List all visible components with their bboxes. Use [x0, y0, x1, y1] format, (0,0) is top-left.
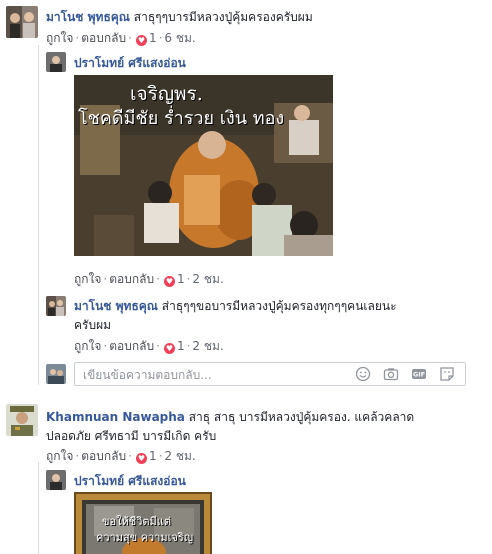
comment-actions: ถูกใจ · ตอบกลับ · ♥ 1 · 2 ชม.: [74, 272, 224, 287]
author-name[interactable]: ปราโมทย์ ศรีแสงอ่อน: [74, 54, 186, 73]
comment-actions: ถูกใจ · ตอบกลับ · ♥ 1 · 2 ชม.: [46, 449, 196, 464]
comment-text: ครับผม: [74, 318, 112, 332]
author-name[interactable]: มาโนช พุทธคุณ: [74, 299, 158, 313]
avatar[interactable]: [46, 52, 66, 72]
love-reaction-icon[interactable]: ♥: [163, 276, 175, 287]
reply-input[interactable]: [81, 366, 355, 384]
author-name[interactable]: Khamnuan Nawapha: [46, 410, 185, 424]
author-name[interactable]: ปราโมทย์ ศรีแสงอ่อน: [74, 472, 186, 491]
thread-line: [38, 462, 39, 554]
comment-line: Khamnuan Nawapha สาธุ สาธุ บารมีหลวงปู่ค…: [46, 408, 414, 427]
love-reaction-icon[interactable]: ♥: [135, 453, 147, 464]
comment-line: มาโนช พุทธคุณ สาธุๆๆบารมีหลวงปู่คุ้มครอง…: [46, 8, 313, 27]
image-caption-line2: ความสุข ความเจริญ: [96, 531, 194, 544]
timestamp[interactable]: 2 ชม.: [192, 339, 223, 353]
like-link[interactable]: ถูกใจ: [74, 272, 101, 286]
love-reaction-icon[interactable]: ♥: [163, 343, 175, 354]
comment-image[interactable]: ขอให้ชีวิตมีแต่ ความสุข ความเจริญ: [74, 492, 212, 554]
gif-icon[interactable]: GIF: [411, 366, 427, 382]
comment-image[interactable]: เจริญพร. โชคดีมีชัย ร่ำรวย เงิน ทอง: [74, 75, 333, 256]
emoji-icon[interactable]: [355, 366, 371, 382]
comment-line: มาโนช พุทธคุณ ส่าธุๆๆขอบารมีหลวงปู่คุ้มค…: [74, 297, 397, 316]
timestamp[interactable]: 2 ชม.: [192, 272, 223, 286]
comment-text: สาธุๆๆบารมีหลวงปู่คุ้มครองครับผม: [133, 10, 313, 24]
reply-link[interactable]: ตอบกลับ: [81, 449, 126, 463]
comment-text: ส่าธุๆๆขอบารมีหลวงปู่คุ้มครองทุกๆๆคนเลยน…: [161, 299, 397, 313]
reply-link[interactable]: ตอบกลับ: [109, 272, 154, 286]
current-user-avatar: [46, 364, 66, 384]
reaction-count[interactable]: 1: [149, 449, 157, 463]
timestamp[interactable]: 2 ชม.: [164, 449, 195, 463]
sticker-icon[interactable]: [439, 366, 455, 382]
avatar[interactable]: [46, 470, 66, 490]
comment-text: สาธุ สาธุ บารมีหลวงปู่คุ้มครอง. แคล้วคลา…: [188, 410, 415, 424]
like-link[interactable]: ถูกใจ: [74, 339, 101, 353]
image-caption-line2: โชคดีมีชัย ร่ำรวย เงิน ทอง: [78, 108, 285, 129]
reaction-count[interactable]: 1: [149, 31, 157, 45]
author-name[interactable]: มาโนช พุทธคุณ: [46, 10, 130, 24]
like-link[interactable]: ถูกใจ: [46, 449, 73, 463]
love-reaction-icon[interactable]: ♥: [135, 35, 147, 46]
avatar[interactable]: [46, 296, 66, 316]
thread-line: [38, 45, 39, 385]
comment-text: ปลอดภัย ศรีทธามี บารมีเกิด ครับ: [46, 429, 217, 443]
reaction-count[interactable]: 1: [177, 339, 185, 353]
camera-icon[interactable]: [383, 366, 399, 382]
like-link[interactable]: ถูกใจ: [46, 31, 73, 45]
timestamp[interactable]: 6 ชม.: [164, 31, 195, 45]
svg-text:GIF: GIF: [413, 371, 425, 379]
reaction-count[interactable]: 1: [177, 272, 185, 286]
avatar[interactable]: [6, 6, 38, 38]
comment-actions: ถูกใจ · ตอบกลับ · ♥ 1 · 6 ชม.: [46, 31, 196, 46]
avatar[interactable]: [6, 404, 38, 436]
reply-composer[interactable]: GIF: [74, 362, 466, 386]
reply-link[interactable]: ตอบกลับ: [81, 31, 126, 45]
comment-actions: ถูกใจ · ตอบกลับ · ♥ 1 · 2 ชม.: [74, 339, 224, 354]
reply-link[interactable]: ตอบกลับ: [109, 339, 154, 353]
